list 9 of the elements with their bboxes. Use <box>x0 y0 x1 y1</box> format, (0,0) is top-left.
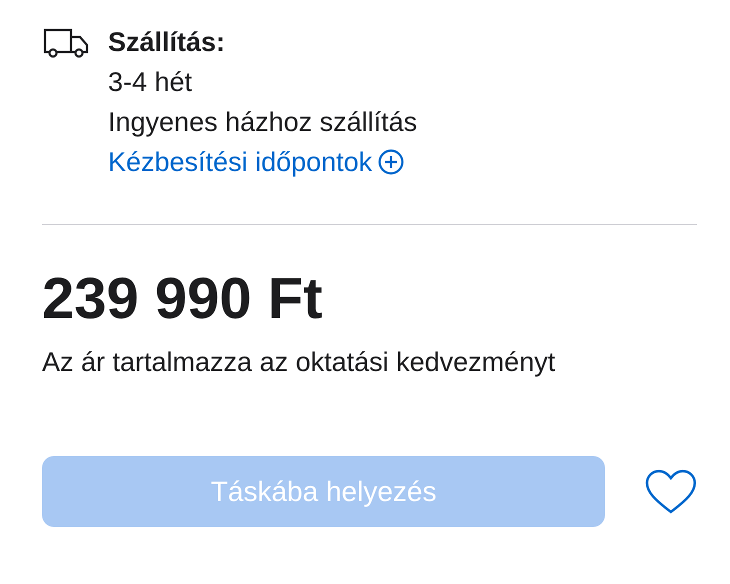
plus-circle-icon <box>378 149 404 175</box>
delivery-info: 3-4 hét <box>108 66 194 99</box>
delivery-dates-link[interactable]: Kézbesítési időpontok <box>108 142 404 182</box>
truck-icon <box>42 26 90 58</box>
price-note: Az ár tartalmazza az oktatási kedvezményt <box>42 347 556 378</box>
delivery-info: Ingyenes házhoz szállítás <box>108 106 418 139</box>
price: 239 990 Ft <box>42 267 324 331</box>
heart-icon[interactable] <box>645 468 697 514</box>
delivery-title: Szállítás: <box>108 26 226 59</box>
